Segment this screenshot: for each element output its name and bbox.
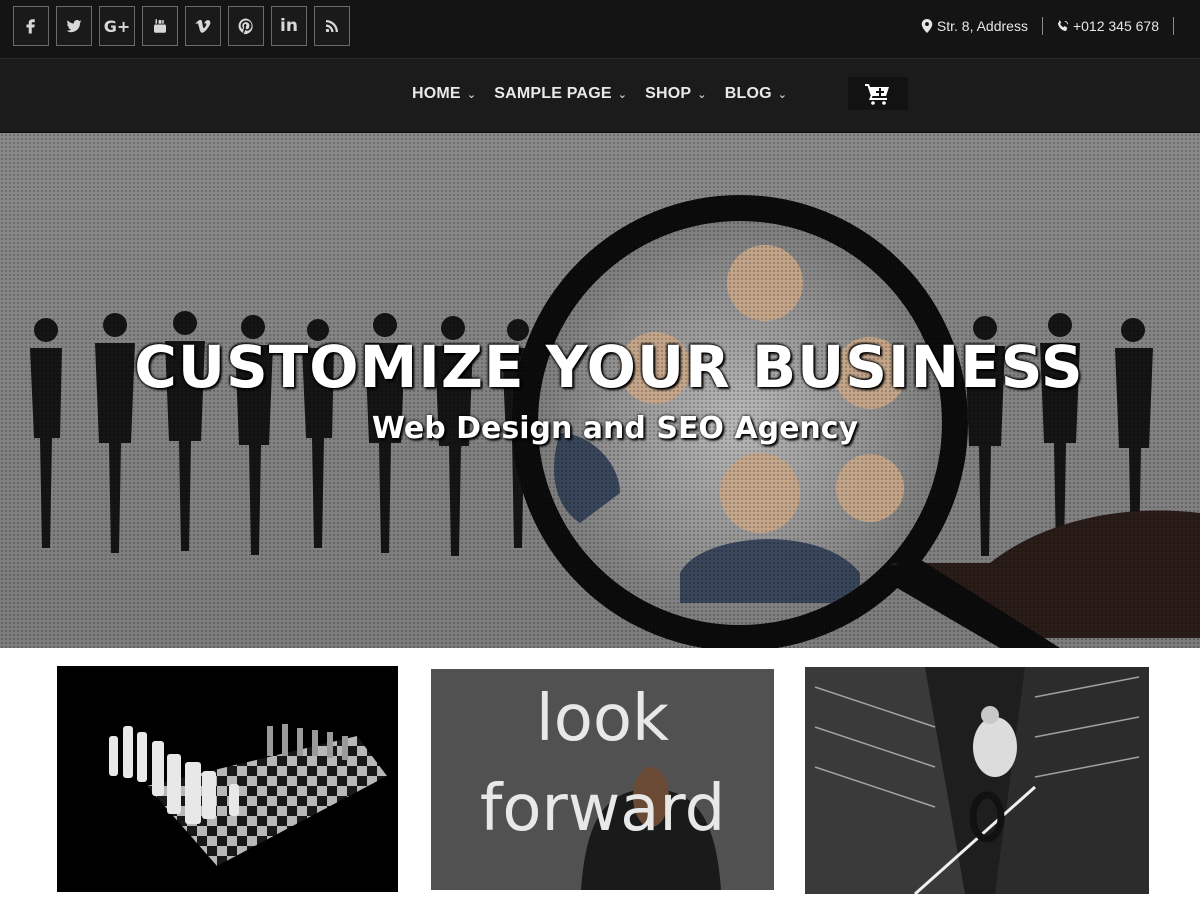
- contact-divider: [1173, 17, 1174, 35]
- nav-item-label: HOME: [412, 85, 461, 102]
- main-navigation: HOME ⌄ SAMPLE PAGE ⌄ SHOP ⌄ BLOG ⌄: [0, 59, 1200, 134]
- chess-image: [57, 666, 398, 892]
- chalk-text-line2: forward: [479, 772, 726, 846]
- nav-item-shop[interactable]: SHOP ⌄: [645, 85, 707, 103]
- rss-icon[interactable]: [314, 6, 350, 46]
- google-plus-icon[interactable]: G+: [99, 6, 135, 46]
- map-marker-icon: [921, 19, 933, 33]
- vimeo-icon[interactable]: [185, 6, 221, 46]
- hero-subtitle: Web Design and SEO Agency: [371, 411, 859, 446]
- chevron-down-icon: ⌄: [697, 87, 707, 101]
- nav-menu: HOME ⌄ SAMPLE PAGE ⌄ SHOP ⌄ BLOG ⌄: [412, 85, 787, 103]
- social-links: G+ in: [13, 6, 350, 46]
- nav-item-blog[interactable]: BLOG ⌄: [725, 85, 787, 103]
- twitter-icon[interactable]: [56, 6, 92, 46]
- top-bar: G+ in Str. 8, Address +012 345 678: [0, 0, 1200, 59]
- nav-item-home[interactable]: HOME ⌄: [412, 85, 476, 103]
- facebook-icon[interactable]: [13, 6, 49, 46]
- youtube-icon[interactable]: [142, 6, 178, 46]
- pinterest-icon[interactable]: [228, 6, 264, 46]
- hero-title: CUSTOMIZE YOUR BUSINESS: [134, 333, 1084, 401]
- feature-card-look-forward[interactable]: look forward: [431, 669, 774, 890]
- contact-info: Str. 8, Address +012 345 678: [921, 17, 1188, 35]
- city-image: [805, 667, 1149, 894]
- nav-item-label: SAMPLE PAGE: [494, 85, 612, 102]
- nav-item-label: SHOP: [645, 85, 692, 102]
- cart-icon: [865, 83, 889, 105]
- chevron-down-icon: ⌄: [466, 87, 477, 101]
- phone-text: +012 345 678: [1072, 18, 1159, 34]
- chalk-text-line1: look: [535, 682, 670, 756]
- nav-item-label: BLOG: [724, 85, 772, 102]
- hero-banner: CUSTOMIZE YOUR BUSINESS Web Design and S…: [0, 133, 1200, 648]
- phone-icon: [1057, 19, 1069, 33]
- feature-card-city[interactable]: [805, 667, 1149, 894]
- linkedin-icon[interactable]: in: [271, 6, 307, 46]
- address-text: Str. 8, Address: [936, 18, 1028, 34]
- feature-card-chess[interactable]: [57, 666, 398, 892]
- chevron-down-icon: ⌄: [777, 87, 788, 101]
- cart-button[interactable]: [848, 77, 908, 110]
- contact-divider: [1041, 17, 1043, 35]
- nav-item-sample-page[interactable]: SAMPLE PAGE ⌄: [494, 85, 627, 103]
- chevron-down-icon: ⌄: [617, 87, 628, 101]
